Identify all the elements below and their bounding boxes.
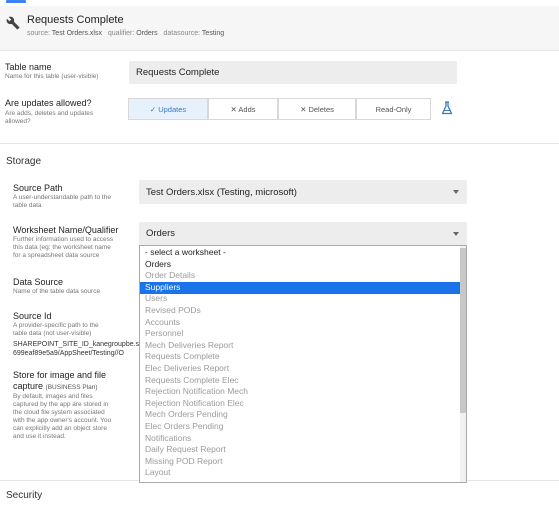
datasource-value: Testing [201,30,225,37]
plan-badge: (BUSINESS Plan) [45,384,98,391]
worksheet-select[interactable]: Orders [139,222,467,245]
dropdown-scrollbar-thumb[interactable] [460,248,466,413]
datasource-key: datasource: [163,30,201,37]
dropdown-option[interactable]: Missing POD Report [145,456,222,466]
updates-toggle[interactable]: ✓ Updates [128,98,208,120]
dropdown-option[interactable]: Rejection Notification Mech [145,386,248,396]
adds-toggle[interactable]: ✕ Adds [208,98,278,120]
flask-icon[interactable] [441,101,453,115]
image-store-desc-3: the cloud file system associated [13,409,105,416]
storage-divider [0,143,559,144]
table-name-label: Table name [5,62,52,72]
dropdown-option[interactable]: Requests Complete [145,351,220,361]
table-name-desc: Name for this table (user-visible) [5,73,99,80]
table-header [0,6,559,51]
wrench-icon [6,16,20,30]
worksheet-label: Worksheet Name/Qualifier [13,225,119,235]
image-store-label-capture: capture [13,381,44,391]
source-value: Test Orders.xlsx [51,30,102,37]
dropdown-option[interactable]: Daily Request Report [145,444,226,454]
dropdown-option[interactable]: Mech Orders Pending [145,409,228,419]
image-store-desc-1: By default, images and files [13,393,93,400]
source-path-select[interactable]: Test Orders.xlsx (Testing, microsoft) [139,180,467,204]
source-path-desc-1: A user-understandable path to the [13,194,111,201]
dropdown-option[interactable]: Order Details [145,270,195,280]
image-store-desc-5: can explicitly add an object store [13,425,107,432]
table-name-input[interactable]: Requests Complete [129,61,457,84]
worksheet-value: Orders [146,228,176,239]
image-store-desc-6: and use it instead. [13,433,66,440]
chevron-down-icon [453,190,459,194]
dropdown-option[interactable]: Layout [145,467,171,477]
active-tab-indicator [6,0,26,3]
image-store-desc-2: captured by the app are stored in [13,401,109,408]
dropdown-selection-highlight [140,282,460,294]
source-key: source: [27,30,50,37]
data-source-label: Data Source [13,277,64,287]
source-path-value: Test Orders.xlsx (Testing, microsoft) [146,186,297,198]
source-path-label: Source Path [13,183,63,193]
read-only-toggle[interactable]: Read-Only [356,98,431,120]
worksheet-desc-1: Further information used to access [13,236,114,243]
source-id-value-1: SHAREPOINT_SITE_ID_kanegroupbe.s [13,341,140,348]
dropdown-option[interactable]: Orders [145,259,171,269]
dropdown-scrollbar[interactable] [460,246,466,482]
dropdown-option[interactable]: Users [145,293,167,303]
dropdown-option[interactable]: Requests Complete Elec [145,375,239,385]
dropdown-option[interactable]: Mech Deliveries Report [145,340,233,350]
source-path-desc-2: table data [13,202,42,209]
updates-label: Are updates allowed? [5,98,92,108]
image-store-label-1: Store for image and file [13,370,107,380]
worksheet-desc-3: for a spreadsheet data source [13,252,100,259]
dropdown-option[interactable]: Elec Deliveries Report [145,363,229,373]
source-id-desc-2: table data (not user-visible) [13,330,92,337]
dropdown-option[interactable]: Accounts [145,317,180,327]
image-store-label-2: capture (BUSINESS Plan) [13,381,98,391]
table-title: Requests Complete [27,14,124,26]
qualifier-value: Orders [136,30,158,37]
security-title: Security [6,490,43,501]
updates-desc-1: Are adds, deletes and updates [5,110,94,117]
source-id-desc-1: A provider-specific path to the [13,322,99,329]
worksheet-dropdown[interactable]: - select a worksheet - Orders Order Deta… [139,245,467,483]
dropdown-option[interactable]: Personnel [145,328,183,338]
dropdown-option[interactable]: Notifications [145,433,191,443]
storage-title: Storage [6,156,42,167]
dropdown-option[interactable]: Rejection Notification Elec [145,398,244,408]
source-id-value-2: 699eaf89e5a9/AppSheet/Testing//O [13,350,124,357]
dropdown-option[interactable]: Elec Orders Pending [145,421,223,431]
image-store-desc-4: with the app owner's account. You [13,417,112,424]
qualifier-key: qualifier: [107,30,135,37]
data-source-desc: Name of the table data source [13,288,101,295]
dropdown-option[interactable]: Revised PODs [145,305,201,315]
table-meta: source: Test Orders.xlsx qualifier: Orde… [27,30,224,37]
worksheet-desc-2: this data (eg: the worksheet name [13,244,111,251]
source-id-label: Source Id [13,311,52,321]
chevron-down-icon [453,231,459,236]
dropdown-option[interactable]: Suppliers [145,282,180,292]
deletes-toggle[interactable]: ✕ Deletes [278,98,356,120]
dropdown-option[interactable]: - select a worksheet - [145,247,226,257]
updates-desc-2: allowed? [5,118,31,125]
